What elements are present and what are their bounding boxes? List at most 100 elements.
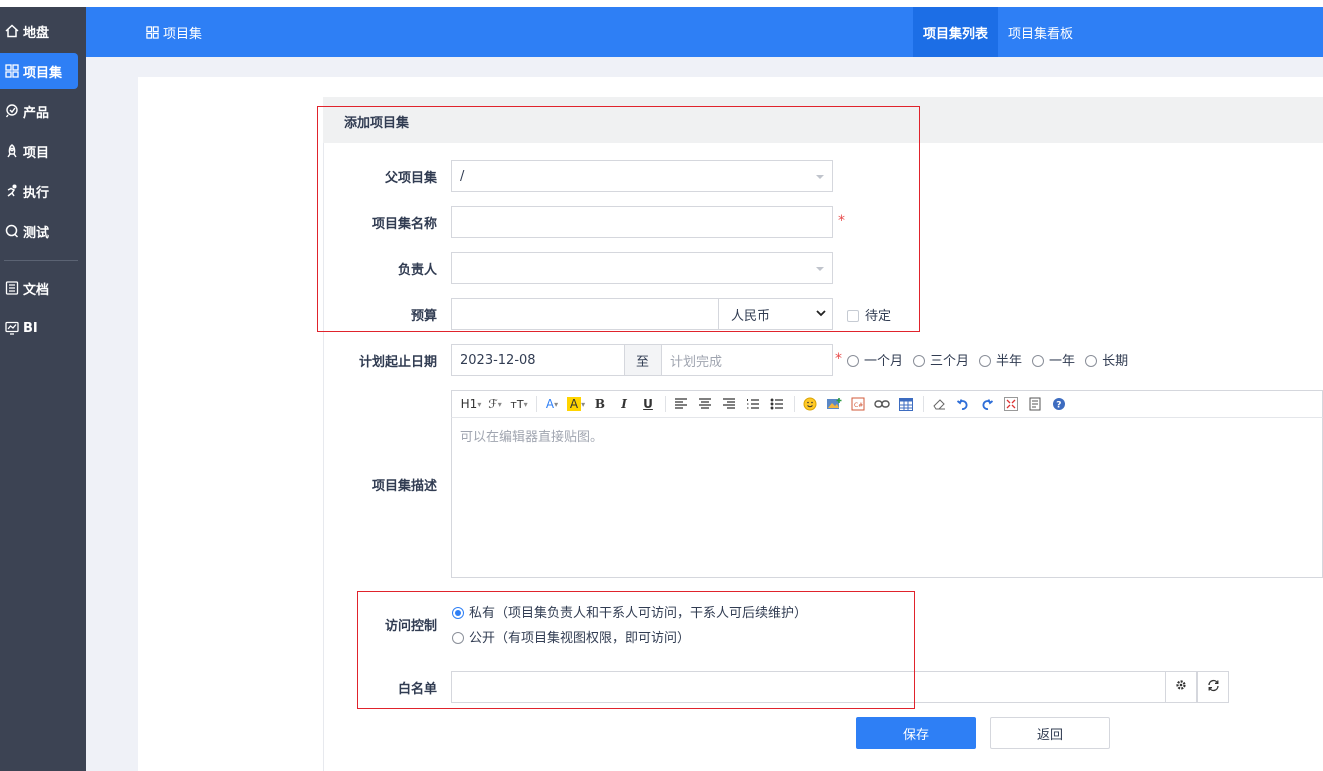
grid-icon [146, 25, 159, 39]
sidebar-item-dashboard[interactable]: 地盘 [0, 13, 78, 49]
font-family-glyph: ℱ [488, 397, 498, 411]
radio-icon [913, 355, 926, 367]
whitelist-label: 白名单 [397, 682, 437, 697]
header-title[interactable]: 项目集 [146, 7, 202, 57]
align-left-icon[interactable] [670, 394, 692, 414]
duration-label: 半年 [996, 354, 1023, 369]
italic-button[interactable]: I [613, 394, 635, 414]
test-icon [4, 223, 20, 239]
image-icon[interactable] [823, 394, 845, 414]
radio-icon [1085, 355, 1098, 367]
heading-button[interactable]: H1 ▾ [460, 394, 482, 414]
budget-tbd-label: 待定 [865, 309, 892, 324]
plan-end-placeholder: 计划完成 [670, 354, 723, 370]
currency-value: 人民币 [731, 308, 771, 324]
sidebar-item-program[interactable]: 项目集 [0, 53, 78, 89]
help-icon[interactable]: ? [1048, 394, 1070, 414]
parent-program-value: / [460, 168, 465, 184]
date-separator: 至 [624, 344, 662, 376]
checkbox-icon [847, 310, 859, 322]
code-icon[interactable]: C# [847, 394, 869, 414]
access-private-radio[interactable]: 私有（项目集负责人和干系人可访问，干系人可后续维护） [452, 602, 807, 621]
duration-label: 一年 [1049, 354, 1076, 369]
project-icon [4, 143, 20, 159]
plan-end-input[interactable]: 计划完成 [661, 344, 833, 376]
duration-one-year[interactable]: 一年 [1032, 350, 1075, 369]
sidebar-item-label: BI [23, 320, 38, 336]
budget-tbd-checkbox[interactable]: 待定 [847, 305, 891, 324]
tab-program-kanban[interactable]: 项目集看板 [998, 7, 1083, 57]
duration-long-term[interactable]: 长期 [1085, 350, 1128, 369]
font-size-button[interactable]: тT ▾ [508, 394, 530, 414]
sidebar-item-label: 地盘 [23, 25, 50, 41]
radio-icon [979, 355, 992, 367]
font-size-glyph: тT [510, 397, 524, 411]
plan-date-label: 计划起止日期 [358, 355, 437, 370]
currency-select[interactable]: 人民币 [718, 298, 833, 330]
bold-button[interactable]: B [589, 394, 611, 414]
duration-one-month[interactable]: 一个月 [847, 350, 903, 369]
access-option-label: 私有（项目集负责人和干系人可访问，干系人可后续维护） [469, 606, 808, 621]
sidebar-item-project[interactable]: 项目 [0, 133, 78, 169]
template-icon[interactable] [1024, 394, 1046, 414]
parent-program-select[interactable]: / [451, 160, 833, 192]
sidebar-item-label: 文档 [23, 282, 50, 298]
save-button[interactable]: 保存 [856, 717, 976, 749]
duration-half-year[interactable]: 半年 [979, 350, 1022, 369]
redo-icon[interactable] [976, 394, 998, 414]
description-editor[interactable]: 可以在编辑器直接贴图。 [451, 418, 1323, 578]
chevron-down-icon [816, 175, 824, 179]
budget-label: 预算 [410, 309, 437, 324]
underline-button[interactable]: U [637, 394, 659, 414]
required-marker: * [838, 213, 845, 229]
emoji-icon[interactable] [799, 394, 821, 414]
align-center-icon[interactable] [694, 394, 716, 414]
whitelist-refresh-button[interactable] [1197, 671, 1229, 703]
fullscreen-icon[interactable] [1000, 394, 1022, 414]
product-icon [4, 103, 20, 119]
svg-text:C#: C# [854, 402, 863, 409]
sidebar-item-label: 产品 [23, 105, 50, 121]
back-button[interactable]: 返回 [990, 717, 1110, 749]
access-public-radio[interactable]: 公开（有项目集视图权限，即可访问） [452, 627, 690, 646]
tab-program-list[interactable]: 项目集列表 [913, 7, 999, 57]
program-name-input[interactable] [451, 206, 833, 238]
owner-select[interactable] [451, 252, 833, 284]
radio-icon [452, 632, 464, 644]
parent-program-label: 父项目集 [384, 171, 437, 186]
editor-toolbar: H1 ▾ ℱ ▾ тT ▾ A ▾ A ▾ B I U C# ? [451, 390, 1323, 418]
sidebar-item-test[interactable]: 测试 [0, 213, 78, 249]
chevron-down-icon [816, 307, 826, 323]
sidebar-item-doc[interactable]: 文档 [0, 270, 78, 306]
svg-text:?: ? [1056, 401, 1061, 411]
sidebar-item-execution[interactable]: 执行 [0, 173, 78, 209]
sidebar-item-bi[interactable]: BI [0, 310, 78, 346]
grid-icon [4, 63, 20, 79]
table-icon[interactable] [895, 394, 917, 414]
budget-input[interactable] [451, 298, 719, 330]
undo-icon[interactable] [952, 394, 974, 414]
whitelist-input[interactable] [451, 671, 1166, 703]
sidebar-divider [4, 260, 78, 261]
link-icon[interactable] [871, 394, 893, 414]
bullet-list-icon[interactable] [766, 394, 788, 414]
font-color-button[interactable]: A ▾ [541, 394, 563, 414]
radio-icon [1032, 355, 1045, 367]
font-family-button[interactable]: ℱ ▾ [484, 394, 506, 414]
whitelist-settings-button[interactable] [1165, 671, 1197, 703]
font-color-glyph: A [545, 397, 555, 411]
date-separator-text: 至 [636, 354, 650, 370]
toolbar-divider [665, 396, 666, 412]
description-label: 项目集描述 [371, 479, 437, 494]
align-right-icon[interactable] [718, 394, 740, 414]
duration-label: 三个月 [930, 354, 970, 369]
duration-three-months[interactable]: 三个月 [913, 350, 969, 369]
plan-begin-input[interactable]: 2023-12-08 [451, 344, 625, 376]
chevron-down-icon [816, 267, 824, 271]
eraser-icon[interactable] [928, 394, 950, 414]
ordered-list-icon[interactable] [742, 394, 764, 414]
sidebar-item-label: 执行 [23, 185, 50, 201]
highlight-color-button[interactable]: A ▾ [565, 394, 587, 414]
sidebar-item-product[interactable]: 产品 [0, 93, 78, 129]
gear-icon [1175, 679, 1187, 695]
